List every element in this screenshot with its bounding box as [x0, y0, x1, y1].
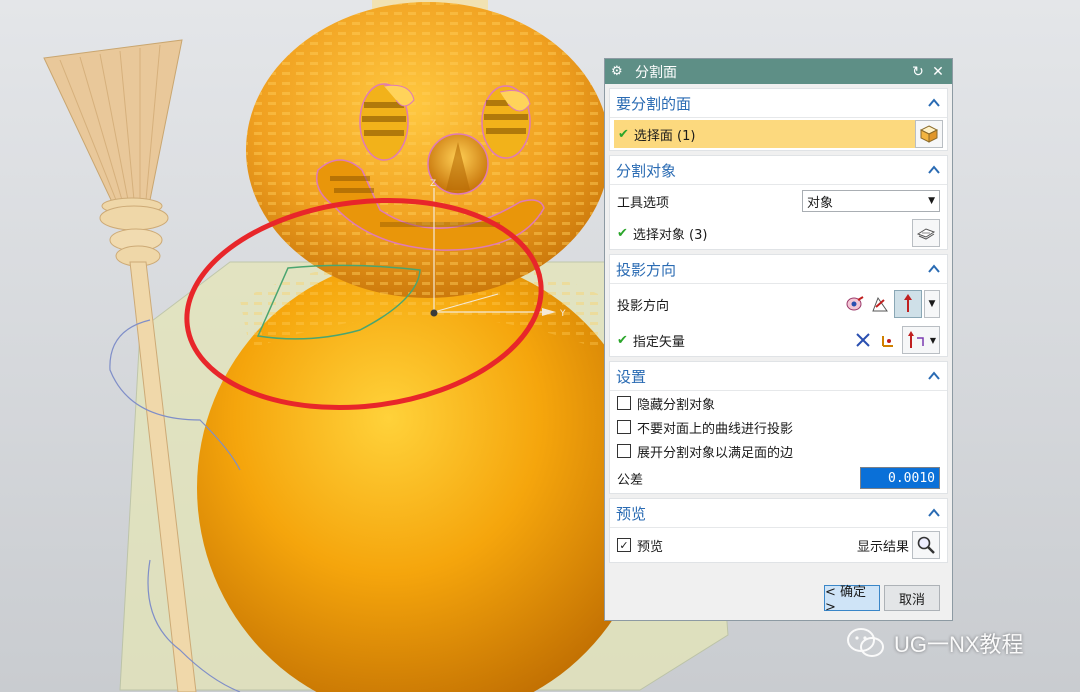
- wechat-icon: [847, 628, 884, 657]
- direction-dropdown[interactable]: ▼: [924, 290, 940, 318]
- projection-direction-label: 投影方向: [617, 298, 670, 314]
- dialog-title: 分割面: [635, 64, 677, 81]
- axis-y-label: Y: [559, 309, 566, 319]
- expand-split-objects-checkbox[interactable]: [617, 444, 631, 458]
- no-project-curves-row[interactable]: 不要对面上的曲线进行投影: [610, 415, 947, 439]
- preview-row: ✓ 预览 显示结果: [610, 528, 947, 562]
- group-projection: 投影方向 投影方向 ▼ ✔ 指定矢量 ▼: [609, 254, 948, 357]
- chevron-up-icon[interactable]: [927, 262, 941, 276]
- expand-split-objects-label: 展开分割对象以满足面的边: [637, 445, 794, 461]
- preview-checkbox[interactable]: ✓: [617, 538, 631, 552]
- split-face-dialog: ⚙ 分割面 ↻ ✕ 要分割的面 ✔ 选择面 (1) 分割对象 工具选项 对象 ▼…: [604, 58, 953, 621]
- group-split-objects: 分割对象 工具选项 对象 ▼ ✔ 选择对象 (3): [609, 155, 948, 250]
- hide-split-objects-row[interactable]: 隐藏分割对象: [610, 391, 947, 415]
- checkmark-icon: ✔: [618, 126, 629, 142]
- cube-face-icon: [920, 125, 938, 143]
- select-face-row[interactable]: ✔ 选择面 (1): [614, 120, 943, 148]
- vector-dialog-icon[interactable]: [877, 329, 899, 351]
- checkmark-icon: ✔: [617, 332, 628, 348]
- magnifier-icon: [917, 536, 935, 554]
- dialog-title-bar[interactable]: ⚙ 分割面 ↻ ✕: [605, 59, 952, 84]
- zc-axis-icon: [907, 331, 924, 348]
- nose: [427, 133, 489, 195]
- select-object-row[interactable]: ✔ 选择对象 (3): [610, 217, 947, 249]
- dropdown-arrow-icon: ▼: [928, 196, 935, 206]
- group-preview: 预览 ✓ 预览 显示结果: [609, 498, 948, 563]
- reverse-direction-icon[interactable]: [852, 329, 874, 351]
- axis-z-label: Z: [430, 179, 436, 189]
- face-selection-button[interactable]: [915, 120, 943, 148]
- tool-option-select[interactable]: 对象 ▼: [802, 190, 940, 212]
- tool-option-row: 工具选项 对象 ▼: [610, 185, 947, 217]
- close-icon[interactable]: ✕: [930, 64, 946, 80]
- face-normal-icon[interactable]: [844, 293, 866, 315]
- tolerance-label: 公差: [617, 472, 644, 488]
- chevron-up-icon[interactable]: [927, 369, 941, 383]
- dialog-footer: < 确定 > 取消: [605, 576, 952, 620]
- expand-split-objects-row[interactable]: 展开分割对象以满足面的边: [610, 439, 947, 463]
- curve-select-icon: [916, 228, 936, 240]
- chevron-up-icon[interactable]: [927, 96, 941, 110]
- chevron-up-icon[interactable]: [927, 506, 941, 520]
- group-header-projection[interactable]: 投影方向: [610, 255, 947, 284]
- tolerance-field[interactable]: 0.0010: [860, 467, 940, 489]
- cancel-button[interactable]: 取消: [884, 585, 940, 611]
- right-eye: [481, 85, 531, 159]
- hide-split-objects-label: 隐藏分割对象: [637, 397, 716, 413]
- select-object-label: 选择对象 (3): [632, 227, 708, 243]
- watermark-text: UG一NX教程: [894, 632, 1024, 657]
- reset-icon[interactable]: ↻: [910, 64, 926, 80]
- specify-vector-label: 指定矢量: [632, 334, 685, 350]
- chevron-up-icon[interactable]: [927, 163, 941, 177]
- show-result-button[interactable]: [912, 531, 940, 559]
- vector-type-dropdown[interactable]: ▼: [902, 326, 940, 354]
- hide-split-objects-checkbox[interactable]: [617, 396, 631, 410]
- projection-direction-row: 投影方向 ▼: [610, 284, 947, 324]
- tool-option-label: 工具选项: [617, 195, 670, 211]
- preview-label: 预览: [637, 539, 664, 555]
- curve-selection-button[interactable]: [912, 219, 940, 247]
- group-header-preview[interactable]: 预览: [610, 499, 947, 528]
- group-header-settings[interactable]: 设置: [610, 362, 947, 391]
- select-face-label: 选择面 (1): [633, 128, 696, 144]
- tolerance-row: 公差 0.0010: [610, 463, 947, 493]
- group-header-face-to-split[interactable]: 要分割的面: [610, 89, 947, 118]
- along-vector-icon[interactable]: [869, 293, 891, 315]
- vector-direction-button[interactable]: [894, 290, 922, 318]
- group-header-split-objects[interactable]: 分割对象: [610, 156, 947, 185]
- show-result-label: 显示结果: [856, 539, 909, 555]
- group-settings: 设置 隐藏分割对象 不要对面上的曲线进行投影 展开分割对象以满足面的边 公差 0…: [609, 361, 948, 494]
- no-project-curves-label: 不要对面上的曲线进行投影: [637, 421, 794, 437]
- checkmark-icon: ✔: [617, 225, 628, 241]
- gear-icon: ⚙: [611, 64, 623, 79]
- watermark: UG一NX教程: [846, 626, 1024, 660]
- gourd-head: [246, 2, 610, 298]
- specify-vector-row: ✔ 指定矢量 ▼: [610, 324, 947, 356]
- group-face-to-split: 要分割的面 ✔ 选择面 (1): [609, 88, 948, 151]
- ok-button[interactable]: < 确定 >: [824, 585, 880, 615]
- no-project-curves-checkbox[interactable]: [617, 420, 631, 434]
- up-arrow-icon: [904, 294, 912, 312]
